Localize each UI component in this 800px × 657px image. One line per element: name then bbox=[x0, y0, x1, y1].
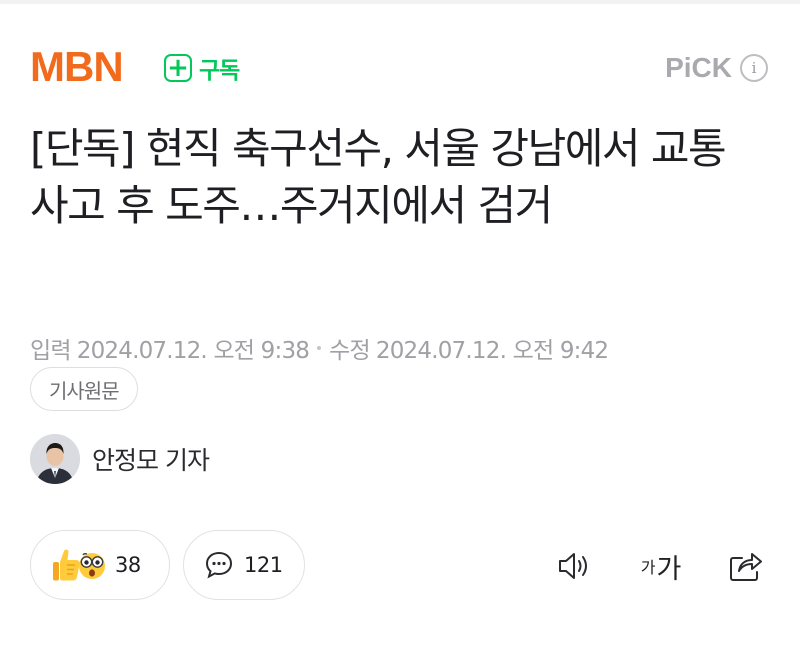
share-button[interactable] bbox=[724, 544, 768, 588]
speaker-icon bbox=[559, 553, 587, 579]
comment-icon bbox=[205, 551, 233, 579]
article-header: MBN + 구독 PiCK i bbox=[30, 46, 770, 90]
article-dates: 입력 2024.07.12. 오전 9:38 수정 2024.07.12. 오전… bbox=[30, 331, 609, 365]
comment-button[interactable]: 121 bbox=[183, 530, 305, 600]
reaction-count: 38 bbox=[115, 553, 141, 577]
article-title: [단독] 현직 축구선수, 서울 강남에서 교통사고 후 도주…주거지에서 검거 bbox=[30, 124, 727, 230]
input-label: 입력 bbox=[30, 338, 72, 364]
reaction-button[interactable]: 38 bbox=[30, 530, 170, 600]
top-divider bbox=[0, 0, 800, 4]
text-to-speech-button[interactable] bbox=[554, 544, 598, 588]
reporter-name: 안정모 기자 bbox=[92, 446, 210, 475]
reaction-emojis bbox=[51, 548, 107, 582]
comment-count: 121 bbox=[244, 553, 283, 577]
font-size-button[interactable]: 가 가 bbox=[634, 544, 688, 588]
modified-date: 2024.07.12. 오전 9:42 bbox=[375, 338, 609, 364]
plus-icon: + bbox=[164, 54, 192, 82]
font-big-glyph: 가 bbox=[656, 553, 682, 585]
subscribe-label: 구독 bbox=[199, 58, 240, 84]
action-bar: 38 121 가 가 bbox=[30, 530, 770, 602]
reporter-link[interactable]: 안정모 기자 bbox=[30, 434, 210, 484]
reporter-avatar bbox=[30, 434, 80, 484]
info-icon[interactable]: i bbox=[740, 54, 768, 82]
subscribe-button[interactable]: + 구독 bbox=[164, 50, 240, 86]
pick-badge[interactable]: PiCK i bbox=[665, 52, 768, 84]
separator-dot bbox=[317, 346, 322, 350]
share-icon bbox=[730, 553, 762, 581]
modified-label: 수정 bbox=[329, 338, 371, 364]
surprised-face-icon bbox=[79, 553, 105, 579]
original-article-button[interactable]: 기사원문 bbox=[30, 367, 138, 411]
pick-label: PiCK bbox=[665, 52, 732, 83]
font-small-glyph: 가 bbox=[640, 558, 656, 577]
press-logo[interactable]: MBN bbox=[30, 46, 124, 88]
input-date: 2024.07.12. 오전 9:38 bbox=[76, 338, 310, 364]
